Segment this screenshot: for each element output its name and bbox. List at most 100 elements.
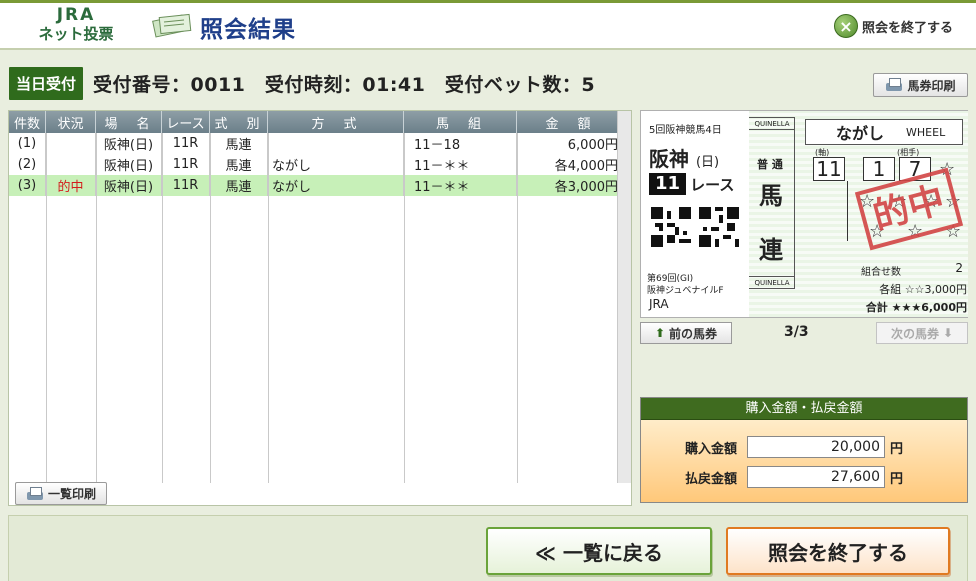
cell-race: 11R [162,175,210,196]
page-title: 照会結果 [200,17,296,43]
cell-count: (2) [9,154,46,175]
qr-code-icon [651,207,691,247]
header: JRA ネット投票 照会結果 × 照会を終了する [0,0,976,50]
header-venue: 場 名 [96,111,162,133]
header-count: 件数 [9,111,46,133]
cell-status: 的中 [46,175,96,196]
end-inquiry-header-label: 照会を終了する [862,20,954,36]
combo-count-label: 組合せ数 [861,267,901,278]
quinella-top: QUINELLA [749,118,795,130]
header-race: レース [162,111,210,133]
purchase-amount-label: 購入金額 [684,441,737,457]
ticket-type-char2: 連 [759,236,783,264]
refund-amount-row: 払戻金額 27,600 円 [641,466,967,488]
table-scrollbar[interactable] [617,111,631,483]
ticket-total-amount: 合計 ★★★6,000円 [865,301,967,314]
arrow-down-icon: ⬇ [942,326,954,340]
cell-bet-type: 馬連 [210,175,268,196]
table-header: 件数 状況 場 名 レース 式 別 方 式 馬 組 金 額 [9,111,631,133]
cell-race: 11R [162,154,210,175]
axis-horse-number: 11 [813,157,845,181]
printer-icon [885,78,903,92]
refund-amount-field: 27,600 [747,466,885,488]
betting-ticket-preview: 5回阪神競馬4日 阪神 (日) 11 レース 第69回(GI) 阪神ジュベナイル… [640,110,968,318]
ticket-race-label: レース [690,175,735,194]
purchase-amount-row: 購入金額 20,000 円 [641,436,967,458]
logo-line1: JRA [56,5,96,25]
list-print-button[interactable]: 一覧印刷 [15,482,107,505]
header-accent-line [0,0,976,3]
cell-venue: 阪神(日) [96,154,162,175]
prev-ticket-button[interactable]: ⬆ 前の馬券 [640,322,732,344]
ticket-left-section: 5回阪神競馬4日 阪神 (日) 11 レース 第69回(GI) 阪神ジュベナイル… [641,111,749,317]
combo-count: 組合せ数 2 [861,261,963,278]
amount-panel-title: 購入金額・払戻金額 [641,398,967,420]
prev-ticket-label: 前の馬券 [669,326,718,341]
close-icon: × [834,14,858,38]
purchase-amount-unit: 円 [890,441,904,457]
header-status: 状況 [46,111,96,133]
ticket-race-number: 11 [649,173,687,195]
bets-table: 件数 状況 場 名 レース 式 別 方 式 馬 組 金 額 (1) 阪神(日) … [8,110,632,506]
next-ticket-label: 次の馬券 [890,326,939,341]
today-badge: 当日受付 [9,66,84,100]
receipt-info-bar: 当日受付 受付番号：0011 受付時刻：01:41 受付ベット数：5 [9,66,595,100]
cell-bet-type: 馬連 [210,133,268,154]
cell-amount: 6,000円 [517,133,623,154]
cell-method [268,133,404,154]
header-bet-type: 式 別 [210,111,268,133]
ticket-print-button[interactable]: 馬券印刷 [873,73,968,97]
table-row[interactable]: (1) 阪神(日) 11R 馬連 11－18 6,000円 [9,133,631,154]
table-row[interactable]: (2) 阪神(日) 11R 馬連 ながし 11－＊＊ 各4,000円 [9,154,631,175]
quinella-bottom: QUINELLA [749,276,795,288]
ticket-each-amount: 各組 ☆☆3,000円 [879,283,967,296]
ticket-pager: 3/3 [784,324,809,340]
end-inquiry-header-button[interactable]: × 照会を終了する [834,12,953,40]
method-en: WHEEL [906,125,946,139]
ticket-bet-section: QUINELLA 普 通 馬 連 QUINELLA ながし WHEEL (軸) … [749,111,968,317]
cell-status [46,154,96,175]
header-combination: 馬 組 [404,111,517,133]
header-method: 方 式 [268,111,404,133]
amount-panel: 購入金額・払戻金額 購入金額 20,000 円 払戻金額 27,600 円 [640,397,968,503]
header-amount: 金 額 [517,111,623,133]
cell-count: (1) [9,133,46,154]
cell-method: ながし [268,154,404,175]
qr-code-icon [699,207,739,247]
jra-logo: JRA ネット投票 [34,6,118,46]
back-to-list-button[interactable]: ≪ 一覧に戻る [486,527,712,575]
ticket-race-name-2: 阪神ジュベナイルF [647,286,724,296]
ticket-venue-name: 阪神 [649,147,689,171]
cell-method: ながし [268,175,404,196]
next-ticket-button[interactable]: 次の馬券 ⬇ [876,322,968,344]
cell-status [46,133,96,154]
cell-count: (3) [9,175,46,196]
cell-race: 11R [162,133,210,154]
method-box: ながし WHEEL [805,119,963,145]
list-print-label: 一覧印刷 [47,487,96,501]
ticket-jra: JRA [649,297,669,311]
ticket-print-label: 馬券印刷 [907,78,956,93]
printer-icon [26,486,44,501]
end-inquiry-button[interactable]: 照会を終了する [726,527,950,575]
method-name: ながし [836,124,885,143]
cell-amount: 各4,000円 [517,154,623,175]
cell-combination: 11－18 [404,133,517,154]
ticket-type-char1: 馬 [759,182,783,210]
combo-count-value: 2 [955,261,963,275]
refund-amount-unit: 円 [890,471,904,487]
cell-venue: 阪神(日) [96,133,162,154]
cell-combination: 11－＊＊ [404,175,517,196]
ticket-venue: 阪神 (日) [649,143,719,172]
cell-combination: 11－＊＊ [404,154,517,175]
cell-amount: 各3,000円 [517,175,623,196]
ticket-normal: 普 通 [757,158,783,171]
partner-horse-number: 1 [863,157,895,181]
ticket-meeting: 5回阪神競馬4日 [649,125,722,136]
tickets-icon [152,13,192,38]
logo-line2: ネット投票 [38,25,114,43]
table-row-selected[interactable]: (3) 的中 阪神(日) 11R 馬連 ながし 11－＊＊ 各3,000円 [9,175,631,196]
receipt-info-text: 受付番号：0011 受付時刻：01:41 受付ベット数：5 [93,73,596,96]
bracket-line [847,181,848,241]
cell-venue: 阪神(日) [96,175,162,196]
